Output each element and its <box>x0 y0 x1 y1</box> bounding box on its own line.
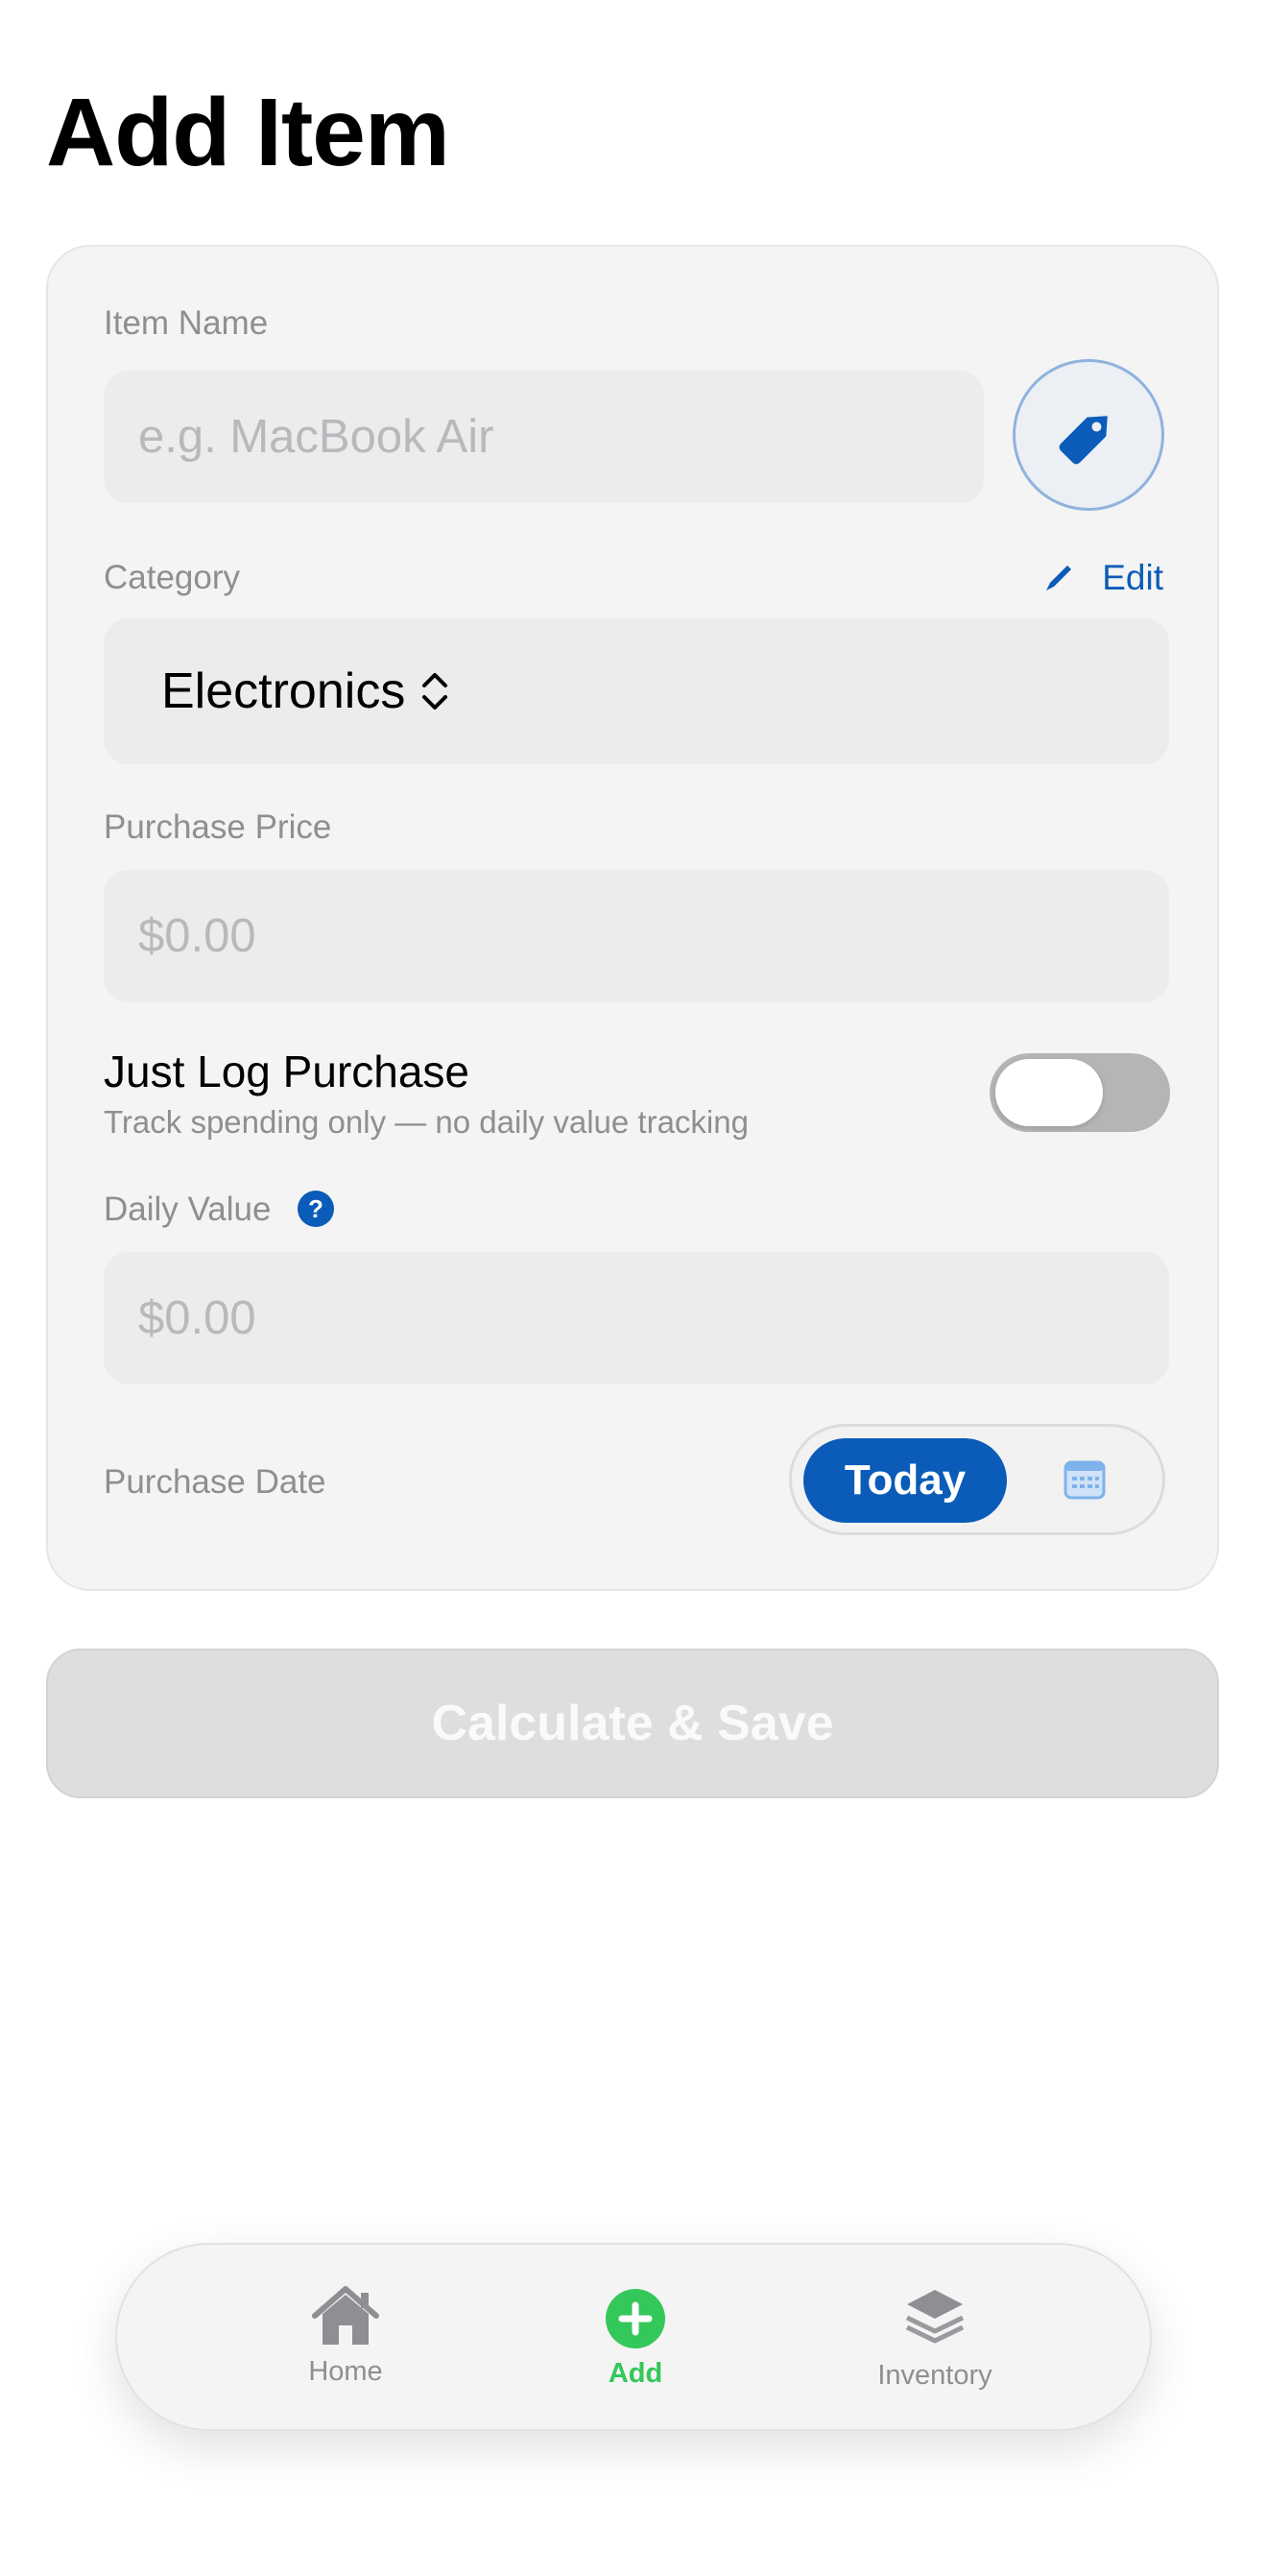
help-icon[interactable]: ? <box>298 1191 334 1227</box>
house-icon <box>312 2286 379 2345</box>
tab-home[interactable]: Home <box>240 2245 451 2433</box>
today-button[interactable]: Today <box>803 1438 1007 1523</box>
plus-circle-icon <box>606 2289 665 2348</box>
item-name-input[interactable]: e.g. MacBook Air <box>104 371 984 503</box>
item-name-label: Item Name <box>104 304 269 342</box>
purchase-price-placeholder: $0.00 <box>138 910 256 962</box>
daily-value-label: Daily Value <box>104 1191 272 1228</box>
toggle-knob <box>995 1059 1103 1126</box>
category-picker[interactable]: Electronics <box>104 618 1169 764</box>
purchase-date-selector: Today <box>789 1424 1165 1535</box>
purchase-date-label: Purchase Date <box>104 1463 326 1501</box>
purchase-price-input[interactable]: $0.00 <box>104 870 1169 1002</box>
tab-add[interactable]: Add <box>530 2245 741 2433</box>
category-value: Electronics <box>161 663 406 719</box>
edit-categories-button[interactable]: Edit <box>1042 558 1163 598</box>
daily-value-input[interactable]: $0.00 <box>104 1252 1169 1384</box>
tab-inventory[interactable]: Inventory <box>829 2245 1040 2433</box>
edit-label: Edit <box>1102 558 1163 597</box>
calculate-save-button[interactable]: Calculate & Save <box>46 1649 1219 1798</box>
calendar-icon <box>1064 1460 1106 1500</box>
tab-add-label: Add <box>608 2358 663 2389</box>
purchase-price-label: Purchase Price <box>104 808 332 846</box>
tab-home-label: Home <box>308 2356 383 2387</box>
page-title: Add Item <box>46 79 450 186</box>
calendar-button[interactable] <box>1063 1457 1107 1506</box>
stack-icon <box>905 2290 965 2344</box>
pencil-icon <box>1046 566 1072 590</box>
tag-button[interactable] <box>1013 359 1164 511</box>
tab-inventory-label: Inventory <box>877 2360 992 2391</box>
just-log-title: Just Log Purchase <box>104 1047 470 1096</box>
item-name-placeholder: e.g. MacBook Air <box>138 411 494 463</box>
tag-icon <box>1059 416 1108 465</box>
category-label: Category <box>104 559 241 596</box>
chevron-up-down-icon <box>422 673 448 710</box>
daily-value-placeholder: $0.00 <box>138 1292 256 1344</box>
tab-bar: Home Add Inventory <box>115 2243 1152 2431</box>
just-log-subtitle: Track spending only — no daily value tra… <box>104 1104 749 1140</box>
just-log-toggle[interactable] <box>990 1053 1170 1132</box>
